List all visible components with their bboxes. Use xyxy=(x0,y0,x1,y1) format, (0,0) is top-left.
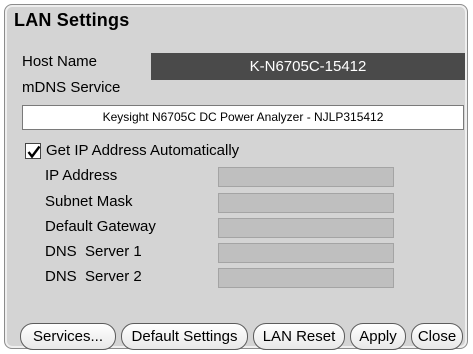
dns-server-1-label: DNS Server 1 xyxy=(45,243,142,260)
default-gateway-field[interactable] xyxy=(218,218,394,238)
subnet-mask-label: Subnet Mask xyxy=(45,193,133,210)
host-name-label: Host Name xyxy=(22,53,98,70)
lan-settings-dialog: LAN Settings Host Name K-N6705C-15412 mD… xyxy=(4,4,468,350)
dialog-title: LAN Settings xyxy=(14,10,130,30)
lan-reset-button[interactable]: LAN Reset xyxy=(253,323,345,350)
get-ip-automatically-label: Get IP Address Automatically xyxy=(46,142,240,159)
close-button[interactable]: Close xyxy=(411,323,463,350)
apply-button[interactable]: Apply xyxy=(350,323,406,350)
host-name-value[interactable]: K-N6705C-15412 xyxy=(151,53,465,80)
ip-address-field[interactable] xyxy=(218,167,394,187)
mdns-service-value[interactable]: Keysight N6705C DC Power Analyzer - NJLP… xyxy=(22,105,464,130)
ip-address-label: IP Address xyxy=(45,167,118,184)
checkbox-box[interactable] xyxy=(25,143,41,159)
default-gateway-label: Default Gateway xyxy=(45,218,156,235)
subnet-mask-field[interactable] xyxy=(218,193,394,213)
services-button[interactable]: Services... xyxy=(20,323,116,350)
mdns-service-label: mDNS Service xyxy=(22,79,121,96)
default-settings-button[interactable]: Default Settings xyxy=(121,323,248,350)
check-mark-icon xyxy=(27,145,41,159)
dns-server-2-field[interactable] xyxy=(218,268,394,288)
dns-server-2-label: DNS Server 2 xyxy=(45,268,142,285)
dns-server-1-field[interactable] xyxy=(218,243,394,263)
